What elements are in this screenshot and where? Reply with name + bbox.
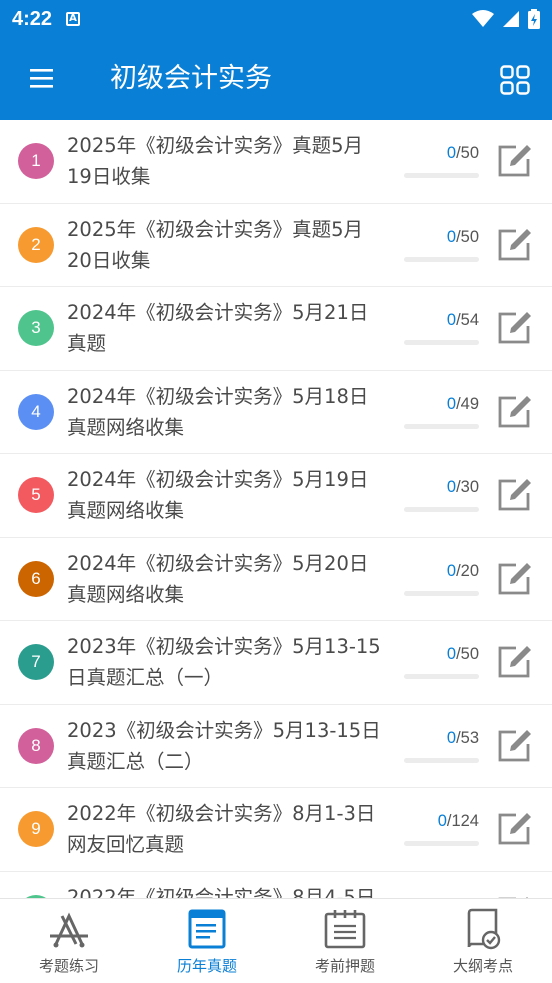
list-item[interactable]: 2 2025年《初级会计实务》真题5月20日收集 0/50 <box>0 204 552 287</box>
item-progress-count: 0/49 <box>447 395 479 414</box>
tab-label: 考前押题 <box>314 957 375 975</box>
edit-icon[interactable] <box>496 810 534 846</box>
tab-label: 历年真题 <box>176 957 237 975</box>
item-progress-bar <box>404 507 479 512</box>
item-done-count: 0 <box>446 227 457 246</box>
item-total-count: /49 <box>456 394 479 413</box>
item-progress-bar <box>404 340 479 345</box>
status-time: 4:22 <box>12 7 53 30</box>
item-title: 2025年《初级会计实务》真题5月20日收集 <box>67 217 364 272</box>
item-title: 2023《初级会计实务》5月13-15日真题汇总（二） <box>67 718 381 773</box>
item-title: 2022年《初级会计实务》8月4-5日 <box>67 885 376 899</box>
grid-view-icon[interactable] <box>500 65 530 95</box>
pre-exam-icon <box>324 910 366 949</box>
tab-outline[interactable]: 大纲考点 <box>414 899 552 983</box>
edit-icon[interactable] <box>496 309 534 345</box>
item-title: 2024年《初级会计实务》5月20日真题网络收集 <box>67 551 369 606</box>
item-done-count: 0 <box>437 812 447 830</box>
item-title: 2024年《初级会计实务》5月18日真题网络收集 <box>67 384 369 439</box>
item-index-badge: 8 <box>18 727 54 764</box>
item-progress-count: 0/50 <box>447 228 479 247</box>
item-total-count: /20 <box>456 561 479 580</box>
list-item[interactable]: 1 2025年《初级会计实务》真题5月19日收集 0/50 <box>0 120 552 204</box>
item-index-badge: 2 <box>18 226 54 263</box>
item-title: 2023年《初级会计实务》5月13-15日真题汇总（一） <box>67 635 381 689</box>
tab-exam-practice[interactable]: 考题练习 <box>0 899 138 983</box>
tab-label: 大纲考点 <box>452 957 513 975</box>
list-item[interactable]: 4 2024年《初级会计实务》5月18日真题网络收集 0/49 <box>0 371 552 454</box>
item-index-badge: 4 <box>18 393 54 430</box>
exam-practice-icon <box>50 912 88 948</box>
item-progress-count: 0/124 <box>438 812 479 831</box>
tab-past-papers[interactable]: 历年真题 <box>138 899 276 983</box>
item-total-count: /50 <box>456 645 479 663</box>
item-index-badge: 9 <box>18 811 54 847</box>
status-bar: 4:22 A <box>0 0 552 38</box>
item-progress-count: 0/54 <box>447 311 479 330</box>
edit-icon[interactable] <box>496 142 534 178</box>
signal-icon <box>503 11 519 27</box>
item-progress-bar <box>404 256 479 262</box>
item-progress-bar <box>404 173 479 178</box>
item-total-count: /50 <box>456 227 479 246</box>
item-total-count: /53 <box>456 728 479 747</box>
item-done-count: 0 <box>446 311 457 329</box>
item-progress-bar <box>404 757 479 763</box>
item-progress-bar <box>404 841 479 846</box>
tab-label: 考题练习 <box>38 957 99 975</box>
item-index-badge: 1 <box>18 143 54 179</box>
item-progress-bar <box>404 423 479 429</box>
paper-list: 1 2025年《初级会计实务》真题5月19日收集 0/50 2 2025年《初级会计实务… <box>0 120 552 898</box>
app-toolbar: 初级会计实务 <box>0 38 552 120</box>
item-progress-count: 0/50 <box>447 144 479 163</box>
item-title: 2024年《初级会计实务》5月21日真题 <box>67 301 369 355</box>
list-item[interactable]: 5 2024年《初级会计实务》5月19日真题网络收集 0/30 <box>0 454 552 538</box>
item-progress-bar <box>404 674 479 679</box>
list-item[interactable]: 3 2024年《初级会计实务》5月21日真题 0/54 <box>0 287 552 371</box>
list-item[interactable]: 8 2023《初级会计实务》5月13-15日真题汇总（二） 0/53 <box>0 705 552 788</box>
list-item[interactable]: 7 2023年《初级会计实务》5月13-15日真题汇总（一） 0/50 <box>0 621 552 705</box>
item-done-count: 0 <box>446 728 457 747</box>
item-total-count: /30 <box>456 478 479 496</box>
edit-icon[interactable] <box>496 393 534 429</box>
list-item[interactable]: 102022年《初级会计实务》8月4-5日0/50 <box>0 872 552 899</box>
edit-icon[interactable] <box>496 560 534 596</box>
item-index-badge: 7 <box>18 644 54 680</box>
past-papers-icon <box>188 909 226 949</box>
item-total-count: /54 <box>456 311 479 329</box>
bottom-tab-bar: 考题练习 历年真题 考前押题 大纲考点 <box>0 898 552 983</box>
edit-icon[interactable] <box>496 476 534 512</box>
battery-charging-icon <box>528 9 540 29</box>
item-progress-count: 0/53 <box>447 729 479 748</box>
item-index-badge: 5 <box>18 477 54 513</box>
item-done-count: 0 <box>446 144 457 162</box>
item-index-badge: 3 <box>18 310 54 346</box>
item-title: 2025年《初级会计实务》真题5月19日收集 <box>67 134 364 188</box>
edit-icon[interactable] <box>496 226 534 262</box>
hamburger-menu-icon[interactable] <box>28 66 58 92</box>
list-item[interactable]: 9 2022年《初级会计实务》8月1-3日网友回忆真题 0/124 <box>0 788 552 872</box>
item-done-count: 0 <box>446 561 457 580</box>
item-total-count: /124 <box>446 812 479 830</box>
item-progress-count: 0/50 <box>447 645 479 664</box>
item-title: 2024年《初级会计实务》5月19日真题网络收集 <box>67 468 369 522</box>
item-title: 2022年《初级会计实务》8月1-3日网友回忆真题 <box>67 802 376 856</box>
item-done-count: 0 <box>446 478 457 496</box>
a-notification-icon: A <box>66 12 81 26</box>
edit-icon[interactable] <box>496 727 534 763</box>
edit-icon[interactable] <box>496 643 534 679</box>
item-progress-count: 0/30 <box>447 478 479 497</box>
item-progress-bar <box>404 590 479 596</box>
item-done-count: 0 <box>446 394 457 413</box>
item-progress-count: 0/20 <box>447 562 479 581</box>
wifi-icon <box>472 10 494 27</box>
status-icons <box>472 9 540 29</box>
item-index-badge: 6 <box>18 560 54 597</box>
item-total-count: /50 <box>456 144 479 162</box>
list-item[interactable]: 6 2024年《初级会计实务》5月20日真题网络收集 0/20 <box>0 538 552 621</box>
item-done-count: 0 <box>446 645 457 663</box>
page-title: 初级会计实务 <box>110 63 272 94</box>
outline-icon <box>467 908 501 950</box>
tab-pre-exam[interactable]: 考前押题 <box>276 899 414 983</box>
